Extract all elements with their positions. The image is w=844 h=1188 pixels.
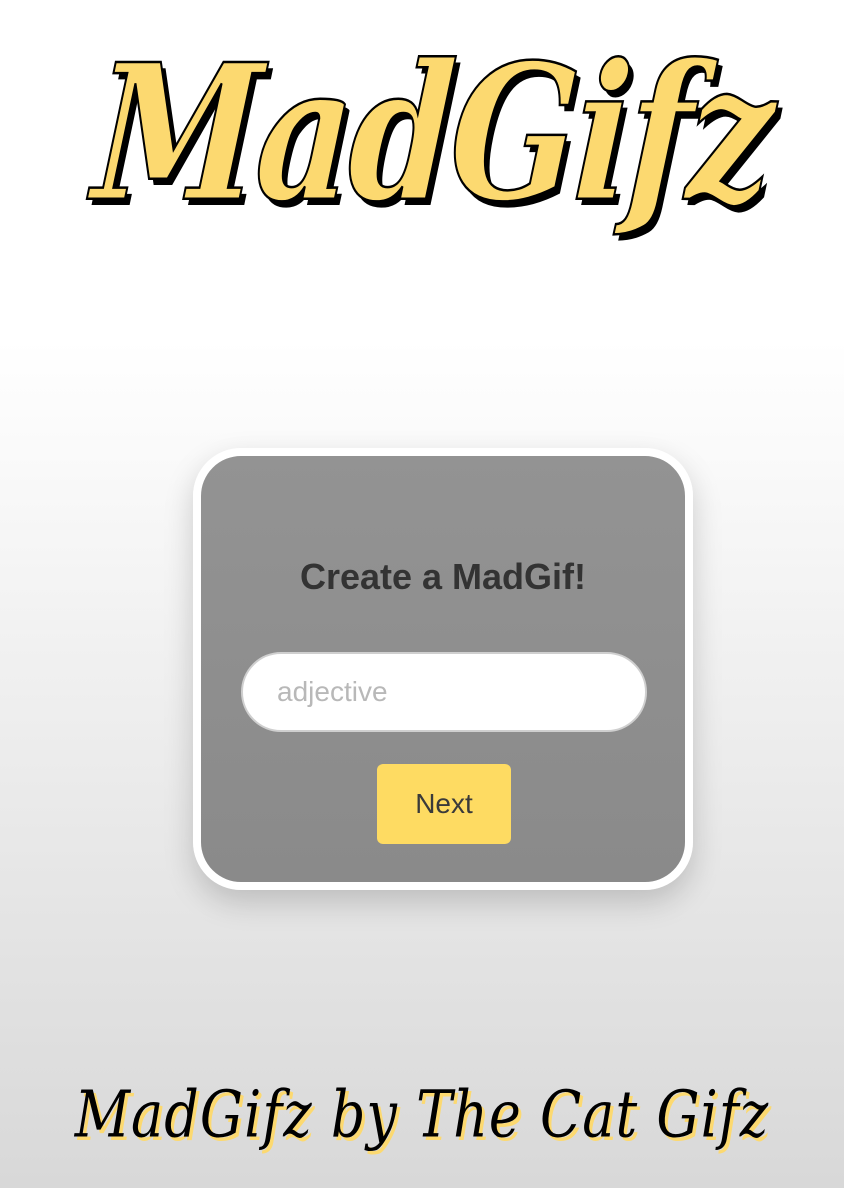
next-button[interactable]: Next xyxy=(377,764,511,844)
site-logo: MadGifz xyxy=(0,0,844,270)
madgif-card: Create a MadGif! Next xyxy=(193,448,693,890)
card-title: Create a MadGif! xyxy=(299,556,587,597)
word-input-wrapper xyxy=(241,652,647,732)
logo-text: MadGifz xyxy=(87,23,776,245)
word-input[interactable] xyxy=(243,654,645,730)
footer-text: MadGifz by The Cat Gifz xyxy=(74,1076,770,1153)
footer: MadGifz by The Cat Gifz xyxy=(0,1082,844,1147)
